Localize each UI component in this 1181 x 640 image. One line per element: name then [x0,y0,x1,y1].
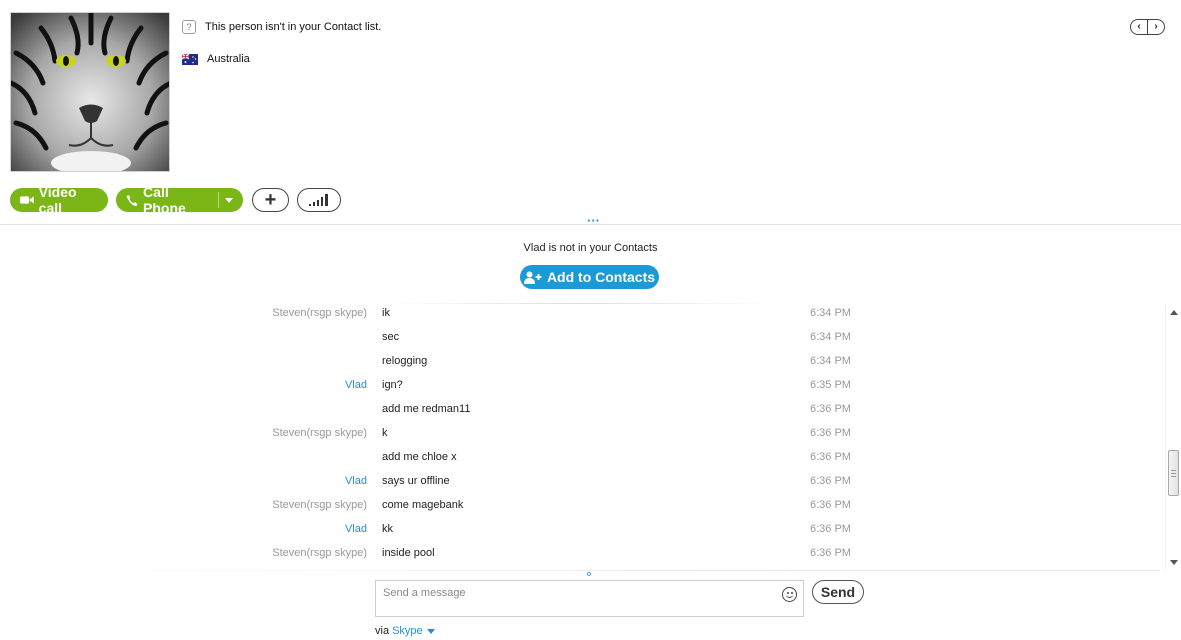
chat-message: relogging 6:34 PM [0,349,1160,373]
chat-message: sec 6:34 PM [0,325,1160,349]
scroll-up-icon[interactable] [1170,310,1178,315]
chat-message: Steven(rsgp skype) come magebank 6:36 PM [0,493,1160,517]
message-time: 6:35 PM [810,379,851,391]
message-sender[interactable]: Steven(rsgp skype) [272,547,367,559]
unknown-contact-icon: ? [182,20,196,34]
message-text: sec [382,331,400,343]
via-prefix: via [375,625,390,637]
scroll-down-icon[interactable] [1170,560,1178,565]
message-sender[interactable]: Vlad [345,475,367,487]
add-user-icon [523,271,542,284]
via-service-label: Skype [392,625,423,637]
add-to-contacts-label: Add to Contacts [546,269,656,285]
message-text: add me redman11 [382,403,471,415]
message-text: k [382,427,388,439]
message-time: 6:36 PM [810,403,851,415]
message-time: 6:34 PM [810,331,851,343]
message-time: 6:36 PM [810,547,851,559]
australia-flag-icon [182,53,198,65]
chat-message: Steven(rsgp skype) k 6:36 PM [0,421,1160,445]
message-sender[interactable]: Steven(rsgp skype) [272,499,367,511]
chat-history: Steven(rsgp skype) ik 6:34 PM sec 6:34 PM rel… [0,301,1160,569]
signal-bars-icon [309,194,328,206]
chat-message: Steven(rsgp skype) inside pool 6:36 PM [0,541,1160,565]
message-sender[interactable]: Steven(rsgp skype) [272,307,367,319]
message-sender[interactable]: Vlad [345,523,367,535]
contact-avatar [10,12,170,172]
add-to-contacts-button[interactable]: Add to Contacts [520,265,659,289]
chat-message: Vlad kk 6:36 PM [0,517,1160,541]
chevron-down-icon[interactable] [225,197,233,203]
message-text: come magebank [382,499,464,511]
chevron-left-icon[interactable]: ‹ [1131,20,1148,34]
chat-message: Vlad ign? 6:35 PM [0,373,1160,397]
add-people-button[interactable]: + [252,188,289,212]
chat-message: Vlad says ur offline 6:36 PM [0,469,1160,493]
chat-message: add me redman11 6:36 PM [0,397,1160,421]
via-service-selector[interactable]: Skype [392,625,435,637]
message-time: 6:36 PM [810,523,851,535]
chat-scrollbar[interactable] [1165,305,1181,570]
message-sender[interactable]: Vlad [345,379,367,391]
video-camera-icon [20,196,34,204]
chevron-right-icon[interactable]: › [1148,20,1164,34]
country-text: Australia [207,53,250,65]
chat-message: add me chloe x 6:36 PM [0,445,1160,469]
via-service: via Skype [375,625,435,637]
header-divider [0,224,1181,225]
message-text: says ur offline [382,475,450,487]
message-text: inside pool [382,547,435,559]
country-line: Australia [182,53,250,65]
scroll-thumb[interactable] [1168,450,1179,496]
chevron-down-icon [426,628,435,634]
call-quality-button[interactable] [297,188,341,212]
message-time: 6:34 PM [810,307,851,319]
message-text: ik [382,307,390,319]
tiger-avatar-icon [11,13,169,171]
call-phone-label: Call Phone [143,184,186,216]
message-sender[interactable]: Steven(rsgp skype) [272,427,367,439]
message-time: 6:36 PM [810,427,851,439]
phone-icon [126,194,138,206]
conversation-nav: ‹ › [1130,19,1165,35]
video-call-label: Video call [38,184,77,216]
video-call-button[interactable]: Video call [10,184,108,216]
emoticon-icon[interactable] [782,587,797,602]
message-time: 6:36 PM [810,475,851,487]
call-phone-button[interactable]: Call Phone [116,184,243,216]
message-composer[interactable] [375,580,804,617]
typing-indicator-icon [587,572,591,576]
not-in-contact-text: This person isn't in your Contact list. [205,21,382,33]
message-time: 6:36 PM [810,499,851,511]
chat-message: Steven(rsgp skype) ik 6:34 PM [0,301,1160,325]
message-time: 6:34 PM [810,355,851,367]
message-input[interactable] [376,581,776,605]
message-time: 6:36 PM [810,451,851,463]
message-text: kk [382,523,393,535]
not-in-contacts-notice: Vlad is not in your Contacts [523,242,658,254]
message-text: relogging [382,355,428,367]
message-text: add me chloe x [382,451,457,463]
not-in-contact-line: ? This person isn't in your Contact list… [182,20,381,34]
send-button[interactable]: Send [812,580,864,604]
message-text: ign? [382,379,403,391]
more-ellipsis-icon[interactable]: ··· [587,213,600,228]
